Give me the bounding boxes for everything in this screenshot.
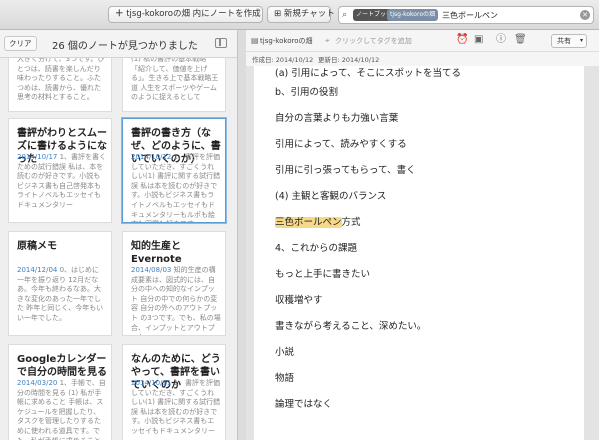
note-card[interactable]: Googleカレンダーで自分の時間を見る 2014/03/20 1、手帳で、自分… bbox=[8, 344, 112, 440]
search-icon: ⌕ bbox=[342, 10, 348, 20]
note-line: 書きながら考えること、深めたい。 bbox=[275, 321, 427, 332]
note-preview: 2014/08/03 知的生産の構成要素は、図式的には、自分の中への知的なインプ… bbox=[131, 266, 221, 335]
note-line: 4、これからの課題 bbox=[275, 243, 358, 254]
note-card-selected[interactable]: 書評の書き方（なぜ、どのように、書いていくのか） 2014/10/12 1、書評… bbox=[122, 118, 226, 223]
tag-input[interactable]: クリックしてタグを追加 bbox=[335, 36, 412, 46]
clear-search-icon[interactable]: ✕ bbox=[580, 10, 590, 20]
note-preview: 2014/03/20 1、手帳で、自分の時間を見る (1) 私が手帳に求めること… bbox=[17, 379, 107, 440]
reminder-icon[interactable]: ⏰ bbox=[456, 34, 468, 46]
note-line: 引用によって、読みやすくする bbox=[275, 139, 407, 150]
note-line: 論理ではなく bbox=[275, 399, 333, 410]
note-preview: 2014/10/17 1、書評を書くための試行錯誤 私は、本を読むのが好きです。… bbox=[17, 153, 107, 211]
note-snippet: 0、はじめに 一年を振り返り 12月だなあ。今年も終わるなあ。大きな変化のあった… bbox=[17, 266, 104, 322]
note-line: 収穫増やす bbox=[275, 295, 323, 306]
note-content[interactable]: (a) 引用によって、そこにスポットを当てる b、引用の役割 自分の言葉よりも力… bbox=[254, 66, 584, 440]
note-card[interactable]: 原稿メモ 2014/12/04 0、はじめに 一年を振り返り 12月だなあ。今年… bbox=[8, 231, 112, 336]
clear-button[interactable]: クリア bbox=[4, 36, 37, 51]
note-line-rest: 方式 bbox=[341, 217, 361, 228]
search-input[interactable]: ⌕ ノートブック tjsg-kokoroの畑 三色ボールペン ✕ bbox=[338, 6, 594, 24]
updated-date: 更新日: 2014/10/12 bbox=[318, 56, 380, 64]
note-date: 2014/08/03 bbox=[131, 266, 172, 274]
top-toolbar: ＋ tjsg-kokoroの畑 内にノートを作成 ⊞ 新規チャット ⌕ ノートブ… bbox=[0, 0, 599, 30]
note-editor: (a) 引用によって、そこにスポットを当てる b、引用の役割 自分の言葉よりも力… bbox=[246, 66, 599, 440]
search-chip-notebook-value[interactable]: tjsg-kokoroの畑 bbox=[387, 9, 438, 21]
note-line: b、引用の役割 bbox=[275, 87, 339, 98]
note-title: 原稿メモ bbox=[17, 241, 57, 252]
new-chat-label: 新規チャット bbox=[283, 9, 335, 19]
info-icon[interactable]: ⓘ bbox=[496, 34, 506, 46]
note-date: 2014/10/11 bbox=[131, 379, 172, 387]
note-title: 知的生産とEvernote bbox=[131, 241, 182, 265]
new-chat-button[interactable]: ⊞ 新規チャット bbox=[267, 6, 335, 23]
presentation-icon[interactable]: ▣ bbox=[474, 34, 483, 46]
tag-icon: ⌖ bbox=[325, 36, 330, 45]
note-line-highlighted: 三色ボールペン方式 bbox=[275, 217, 361, 229]
trash-icon[interactable]: 🗑 bbox=[514, 34, 527, 46]
note-grid: 大きく分けて、3つです。ひとつは、読書を楽しんだり味わったりすること。ふたつめは… bbox=[0, 58, 237, 440]
search-query[interactable]: 三色ボールペン bbox=[442, 10, 498, 21]
note-snippet: 知的生産の構成要素は、図式的には、自分の中への知的なインプット 自分の中での何ら… bbox=[131, 266, 221, 335]
note-date: 2014/10/12 bbox=[131, 153, 172, 161]
note-card[interactable]: なんのために、どうやって、書評を書いていくのか 2014/10/11 1、書評を… bbox=[122, 344, 226, 440]
note-line: (4) 主観と客観のバランス bbox=[275, 191, 387, 202]
chat-icon: ⊞ bbox=[274, 9, 282, 19]
pane-splitter[interactable] bbox=[237, 30, 246, 440]
note-snippet: 1、書評を評価していただき、すごくうれしい(1) 書評に関する試行錯誤 私は本を… bbox=[131, 379, 221, 435]
note-line: 自分の言葉よりも力強い言葉 bbox=[275, 113, 399, 124]
note-title: Googleカレンダーで自分の時間を見る bbox=[17, 354, 107, 378]
notebook-icon: ▤ bbox=[251, 36, 259, 45]
note-snippet: (1) 私の書評の基本戦略 「紹介して、価値を上げる」。生きる上で基本戦略王道 … bbox=[131, 58, 219, 102]
note-card[interactable]: 書評がわりとスムーズに書けるようになった 2014/10/17 1、書評を書くた… bbox=[8, 118, 112, 223]
note-snippet: 1、手帳で、自分の時間を見る (1) 私が手帳に求めること 手帳は、スケジュール… bbox=[17, 379, 106, 440]
note-date: 2014/12/04 bbox=[17, 266, 58, 274]
note-preview: 2014/10/12 1、書評を評価していただき、すごくうれしい(1) 書評に関… bbox=[131, 153, 221, 222]
note-card[interactable]: 知的生産とEvernote 2014/08/03 知的生産の構成要素は、図式的に… bbox=[122, 231, 226, 336]
note-snippet: 1、書評を書くための試行錯誤 私は、本を読むのが好きです。小説もビジネス書も自己… bbox=[17, 153, 107, 209]
note-date: 2014/03/20 bbox=[17, 379, 58, 387]
note-list-header: クリア 26 個のノートが見つかりました bbox=[0, 30, 237, 58]
search-highlight: 三色ボールペン bbox=[275, 217, 342, 228]
share-label: 共有 bbox=[557, 37, 571, 45]
note-preview: 2014/10/11 1、書評を評価していただき、すごくうれしい(1) 書評に関… bbox=[131, 379, 221, 437]
note-card[interactable]: 大きく分けて、3つです。ひとつは、読書を楽しんだり味わったりすること。ふたつめは… bbox=[8, 58, 112, 112]
note-meta: 作成日: 2014/10/12 更新日: 2014/10/12 bbox=[246, 52, 599, 66]
plus-icon: ＋ bbox=[115, 9, 124, 19]
new-note-label: tjsg-kokoroの畑 内にノートを作成 bbox=[126, 9, 261, 19]
share-dropdown-icon: ▾ bbox=[579, 37, 583, 44]
result-count: 26 個のノートが見つかりました bbox=[52, 41, 198, 52]
note-snippet: 1、書評を評価していただき、すごくうれしい(1) 書評に関する試行錯誤 私は本を… bbox=[131, 153, 221, 222]
note-line: 物語 bbox=[275, 373, 295, 384]
note-snippet: 大きく分けて、3つです。ひとつは、読書を楽しんだり味わったりすること。ふたつめは… bbox=[17, 58, 105, 102]
note-line: 小説 bbox=[275, 347, 295, 358]
note-card[interactable]: (1) 私の書評の基本戦略 「紹介して、価値を上げる」。生きる上で基本戦略王道 … bbox=[122, 58, 226, 112]
new-note-button[interactable]: ＋ tjsg-kokoroの畑 内にノートを作成 bbox=[108, 6, 263, 23]
notebook-selector[interactable]: tjsg-kokoroの畑 bbox=[260, 36, 313, 46]
editor-toolbar: ▤ tjsg-kokoroの畑 ⌖ クリックしてタグを追加 ⏰ ▣ ⓘ 🗑 共有… bbox=[246, 30, 599, 52]
note-line: もっと上手に書きたい bbox=[275, 269, 371, 280]
share-button[interactable]: 共有 ▾ bbox=[551, 34, 587, 48]
note-date: 2014/10/17 bbox=[17, 153, 58, 161]
note-line: (a) 引用によって、そこにスポットを当てる bbox=[275, 68, 462, 79]
sidebar-toggle-icon[interactable] bbox=[215, 38, 227, 48]
created-date: 作成日: 2014/10/12 bbox=[252, 56, 314, 64]
note-preview: 2014/12/04 0、はじめに 一年を振り返り 12月だなあ。今年も終わるな… bbox=[17, 266, 107, 324]
note-line: 引用に引っ張ってもらって、書く bbox=[275, 165, 416, 176]
